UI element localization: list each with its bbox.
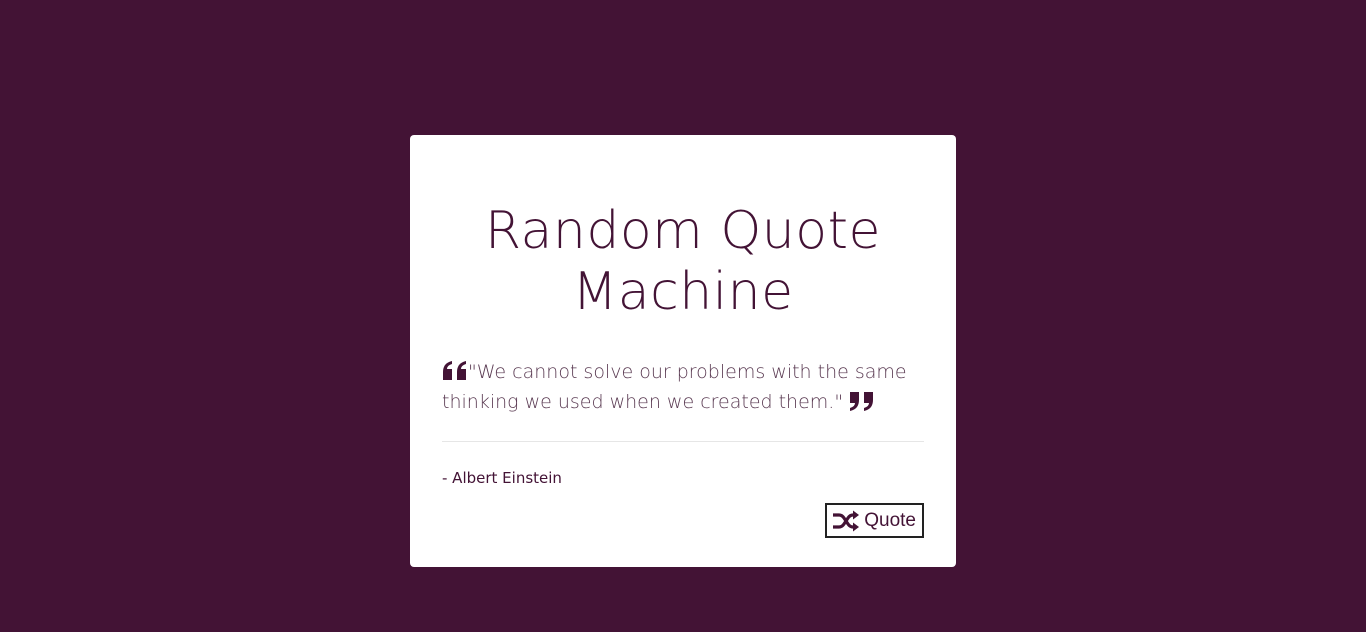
- new-quote-button[interactable]: Quote: [825, 503, 924, 538]
- quote-card: Random Quote Machine "We cannot solve ou…: [410, 135, 956, 567]
- page-title: Random Quote Machine: [485, 201, 881, 322]
- quote-text-block: "We cannot solve our problems with the s…: [442, 357, 924, 417]
- quote-text: "We cannot solve our problems with the s…: [442, 361, 907, 413]
- divider: [442, 441, 924, 442]
- quote-left-icon: [442, 360, 468, 382]
- new-quote-label: Quote: [864, 509, 916, 531]
- shuffle-icon: [832, 510, 860, 532]
- quote-right-icon: [849, 390, 875, 412]
- quote-author: - Albert Einstein: [442, 469, 562, 487]
